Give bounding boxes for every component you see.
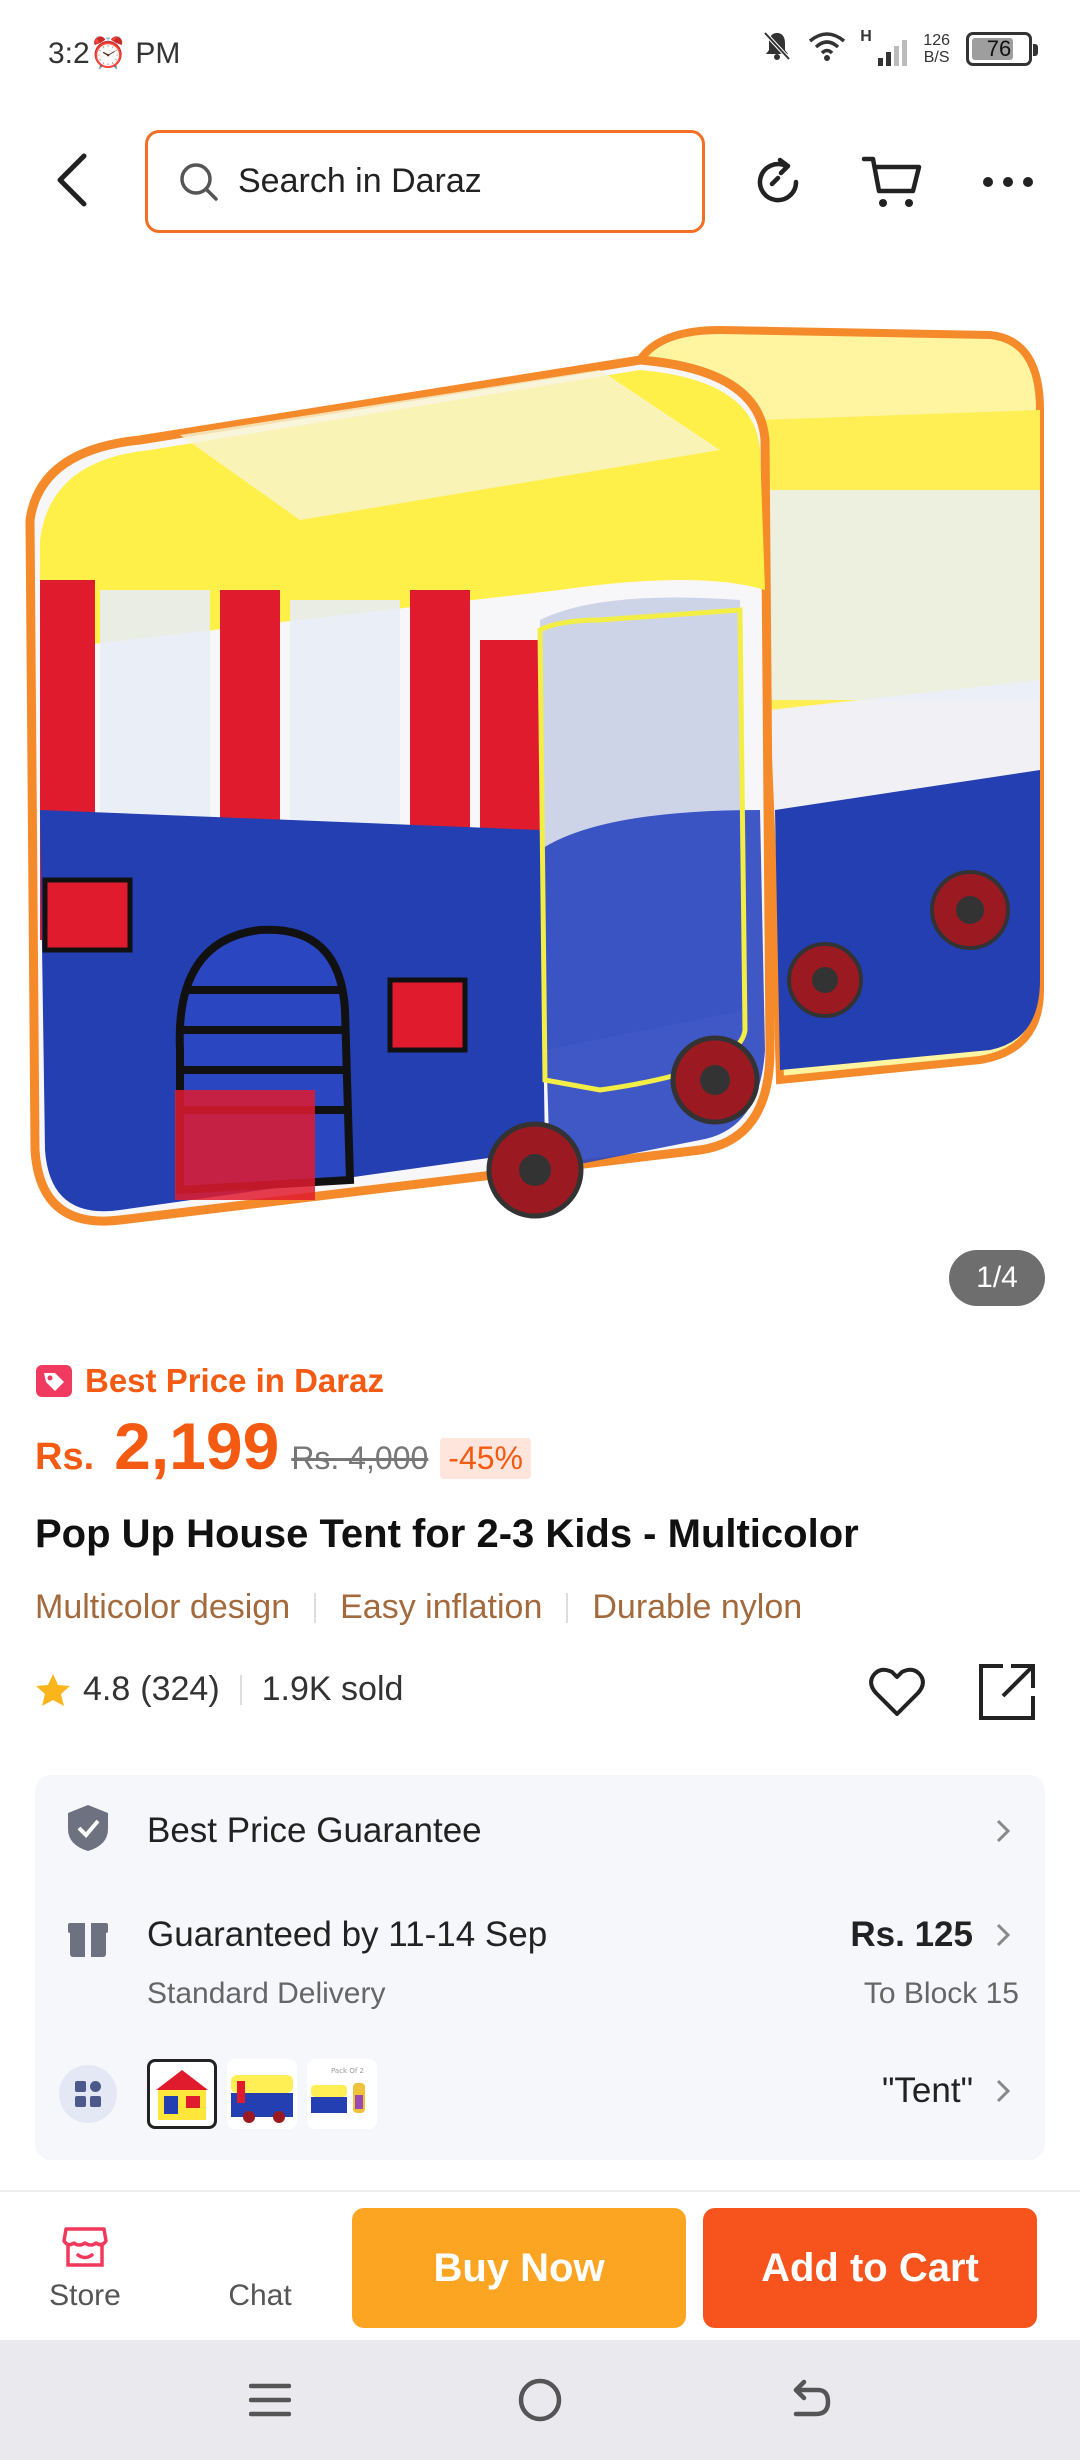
store-label: Store — [49, 2279, 121, 2312]
more-icon — [983, 177, 1033, 187]
tent-illustration — [25, 325, 1044, 1226]
shield-icon — [65, 1805, 111, 1851]
chevron-right-icon — [991, 1811, 1015, 1851]
network-type: H — [860, 27, 872, 45]
status-bar: 3:2⏰ PM H 126 B/S 76 — [0, 0, 1080, 110]
share-button[interactable] — [975, 1660, 1039, 1724]
feature-divider — [314, 1592, 317, 1623]
recent-apps-button[interactable] — [240, 2370, 300, 2430]
wifi-icon — [808, 31, 846, 66]
buy-now-button[interactable]: Buy Now — [352, 2208, 686, 2328]
home-button[interactable] — [510, 2370, 570, 2430]
feature-item: Easy inflation — [340, 1588, 543, 1626]
product-image[interactable] — [0, 290, 1080, 1320]
rating-value: 4.8 — [83, 1670, 131, 1708]
store-button[interactable]: Store — [30, 2225, 140, 2325]
feature-item: Multicolor design — [35, 1588, 291, 1626]
cart-button[interactable] — [860, 150, 924, 214]
feature-divider — [566, 1592, 569, 1623]
system-nav-bar — [0, 2340, 1080, 2460]
more-button[interactable] — [976, 150, 1040, 214]
image-counter: 1/4 — [949, 1250, 1045, 1306]
best-price-guarantee-row[interactable]: Best Price Guarantee — [35, 1775, 1045, 1885]
search-placeholder: Search in Daraz — [238, 162, 482, 200]
variant-thumbnails: Pack Of 2 — [147, 2059, 377, 2129]
action-bar: Store Chat Buy Now Add to Cart — [0, 2195, 1080, 2340]
store-icon — [62, 2227, 108, 2267]
variant-thumbnail[interactable] — [227, 2059, 297, 2129]
top-bar: Search in Daraz — [0, 110, 1080, 260]
info-card: Best Price Guarantee Guaranteed by 11-14… — [35, 1775, 1045, 2160]
back-button[interactable] — [40, 148, 104, 212]
search-input[interactable]: Search in Daraz — [145, 130, 705, 233]
star-icon — [36, 1673, 70, 1706]
refresh-button[interactable] — [746, 150, 810, 214]
package-icon — [65, 1915, 111, 1961]
add-to-cart-button[interactable]: Add to Cart — [703, 2208, 1037, 2328]
product-title: Pop Up House Tent for 2-3 Kids - Multico… — [35, 1512, 859, 1556]
return-arrow-icon — [793, 2379, 831, 2417]
best-price-badge[interactable]: Best Price in Daraz — [35, 1362, 384, 1400]
guarantee-label: Best Price Guarantee — [147, 1811, 482, 1850]
cell-signal-icon: H — [860, 28, 908, 66]
best-price-label: Best Price in Daraz — [85, 1362, 384, 1399]
home-circle-icon — [518, 2378, 562, 2422]
status-time: 3:2⏰ PM — [48, 37, 181, 70]
price-row: Rs. 2,199 Rs. 4,000 -45% — [35, 1408, 531, 1484]
tag-icon — [36, 1365, 72, 1397]
delivery-location: To Block 15 — [863, 1977, 1019, 2010]
search-icon — [180, 162, 218, 201]
wishlist-button[interactable] — [865, 1660, 929, 1724]
sold-count: 1.9K sold — [261, 1670, 404, 1708]
chat-icon — [237, 2225, 283, 2269]
discount-badge: -45% — [440, 1438, 531, 1479]
share-icon — [979, 1664, 1035, 1720]
delivery-fee: Rs. 125 — [850, 1915, 973, 1954]
battery-level: 76 — [986, 35, 1012, 61]
mute-bell-icon — [762, 30, 792, 67]
price-currency: Rs. — [35, 1436, 95, 1478]
divider — [0, 2190, 1080, 2192]
net-speed-unit: B/S — [923, 48, 950, 66]
feature-list: Multicolor design Easy inflation Durable… — [35, 1588, 802, 1627]
delivery-row[interactable]: Guaranteed by 11-14 Sep Standard Deliver… — [35, 1885, 1045, 2025]
back-arrow-icon — [57, 153, 87, 207]
cart-icon — [861, 156, 922, 207]
chat-button[interactable]: Chat — [205, 2225, 315, 2325]
chat-label: Chat — [228, 2279, 292, 2312]
original-price: Rs. 4,000 — [291, 1440, 429, 1476]
feature-item: Durable nylon — [592, 1588, 803, 1626]
chevron-right-icon — [991, 2071, 1015, 2111]
net-speed: 126 B/S — [923, 32, 950, 66]
rating-divider — [239, 1674, 242, 1705]
heart-icon — [869, 1667, 925, 1716]
status-icons: H 126 B/S 76 — [762, 28, 1038, 67]
menu-lines-icon — [249, 2383, 291, 2417]
variant-row[interactable]: Pack Of 2 "Tent" — [35, 2035, 1045, 2145]
refresh-icon — [757, 157, 799, 203]
delivery-date: Guaranteed by 11-14 Sep — [147, 1915, 548, 1954]
variant-label: "Tent" — [881, 2071, 973, 2110]
rating-row[interactable]: 4.8 (324) 1.9K sold — [35, 1670, 403, 1709]
variants-grid-icon — [59, 2065, 117, 2123]
chevron-right-icon — [991, 1915, 1015, 1955]
variant-thumbnail[interactable]: Pack Of 2 — [307, 2059, 377, 2129]
rating-count: (324) — [140, 1670, 220, 1708]
price: 2,199 — [114, 1409, 280, 1483]
delivery-type: Standard Delivery — [147, 1977, 386, 2010]
variant-thumbnail[interactable] — [147, 2059, 217, 2129]
system-back-button[interactable] — [780, 2370, 840, 2430]
svg-text:Pack Of 2: Pack Of 2 — [331, 2067, 364, 2075]
net-speed-value: 126 — [923, 31, 950, 49]
battery-icon: 76 — [966, 31, 1038, 66]
